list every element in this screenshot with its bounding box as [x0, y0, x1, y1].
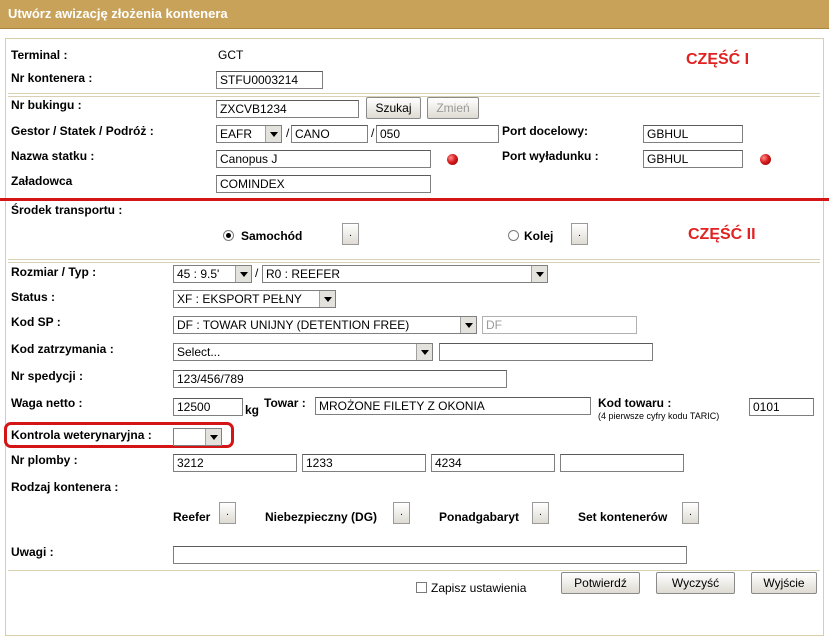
goods-label: Towar : — [264, 396, 306, 410]
shipper-field[interactable]: COMINDEX — [216, 175, 431, 193]
size-type-label: Rozmiar / Typ : — [11, 265, 97, 279]
row-divider — [8, 259, 820, 260]
kod-sp-value: DF : TOWAR UNIJNY (DETENTION FREE) — [177, 318, 410, 332]
search-button[interactable]: Szukaj — [366, 97, 421, 119]
container-no-label: Nr kontenera : — [11, 71, 93, 85]
kind-set-label: Set kontenerów — [578, 510, 668, 524]
size-select[interactable]: 45 : 9.5' — [173, 265, 252, 283]
kind-dg-button[interactable]: . — [393, 502, 410, 524]
status-value: XF : EKSPORT PEŁNY — [177, 292, 302, 306]
goods-code-hint: (4 pierwsze cyfry kodu TARIC) — [598, 411, 720, 421]
voyage-field[interactable]: 050 — [376, 125, 499, 143]
hold-code-value: Select... — [177, 345, 221, 359]
exit-button[interactable]: Wyjście — [751, 572, 817, 594]
rail-options-button[interactable]: . — [571, 223, 588, 245]
save-settings-checkbox[interactable] — [416, 582, 427, 593]
window-title: Utwórz awizację złożenia kontenera — [8, 6, 228, 21]
row-divider — [8, 93, 820, 94]
chevron-down-icon — [460, 317, 476, 333]
separator-slash: / — [371, 126, 375, 140]
kind-dg-label: Niebezpieczny (DG) — [265, 510, 378, 524]
gestor-select[interactable]: EAFR — [216, 125, 282, 143]
separator-slash: / — [286, 126, 290, 140]
terminal-value: GCT — [218, 48, 244, 62]
clear-button[interactable]: Wyczyść — [656, 572, 735, 594]
status-dot-icon — [447, 154, 458, 165]
vet-control-select[interactable] — [173, 428, 222, 446]
kind-reefer-label: Reefer — [173, 510, 211, 524]
type-select[interactable]: R0 : REEFER — [262, 265, 548, 283]
chevron-down-icon — [531, 266, 547, 282]
kod-sp-code-field[interactable]: DF — [482, 316, 637, 334]
part-1-label: CZĘŚĆ I — [686, 51, 750, 68]
hold-code-extra-field[interactable] — [439, 343, 653, 361]
size-value: 45 : 9.5' — [177, 267, 220, 281]
port-unload-field[interactable]: GBHUL — [643, 150, 743, 168]
booking-label: Nr bukingu : — [11, 98, 82, 112]
radio-car[interactable] — [223, 230, 234, 241]
part-2-label: CZĘŚĆ II — [688, 226, 756, 243]
chevron-down-icon — [265, 126, 281, 142]
chevron-down-icon — [205, 429, 221, 445]
seal-field-2[interactable]: 1233 — [302, 454, 426, 472]
row-divider — [8, 570, 820, 571]
confirm-button[interactable]: Potwierdź — [561, 572, 640, 594]
gestor-label: Gestor / Statek / Podróż : — [11, 124, 154, 138]
kind-set-button[interactable]: . — [682, 502, 699, 524]
hold-code-label: Kod zatrzymania : — [11, 342, 114, 356]
kod-sp-label: Kod SP : — [11, 315, 61, 329]
shipper-label: Załadowca — [11, 174, 73, 188]
port-dest-field[interactable]: GBHUL — [643, 125, 743, 143]
seal-field-3[interactable]: 4234 — [431, 454, 555, 472]
kind-oversize-button[interactable]: . — [532, 502, 549, 524]
vessel-name-label: Nazwa statku : — [11, 149, 95, 163]
vet-control-label: Kontrola weterynaryjna : — [11, 428, 152, 442]
net-weight-label: Waga netto : — [11, 396, 83, 410]
gestor-value: EAFR — [220, 127, 253, 141]
port-dest-label: Port docelowy: — [502, 124, 589, 138]
change-button[interactable]: Zmień — [427, 97, 479, 119]
save-settings-label: Zapisz ustawienia — [431, 581, 527, 595]
kind-reefer-button[interactable]: . — [219, 502, 236, 524]
chevron-down-icon — [319, 291, 335, 307]
car-label: Samochód — [241, 229, 303, 243]
part-separator — [0, 198, 829, 201]
radio-rail[interactable] — [508, 230, 519, 241]
type-value: R0 : REEFER — [266, 267, 341, 281]
remarks-field[interactable] — [173, 546, 687, 564]
kind-oversize-label: Ponadgabaryt — [439, 510, 520, 524]
kod-sp-select[interactable]: DF : TOWAR UNIJNY (DETENTION FREE) — [173, 316, 477, 334]
container-no-field[interactable]: STFU0003214 — [216, 71, 323, 89]
vessel-code-field[interactable]: CANO — [291, 125, 368, 143]
seal-field-1[interactable]: 3212 — [173, 454, 297, 472]
seals-label: Nr plomby : — [11, 453, 78, 467]
weight-unit: kg — [245, 403, 260, 417]
car-options-button[interactable]: . — [342, 223, 359, 245]
net-weight-field[interactable]: 12500 — [173, 398, 243, 416]
container-kind-label: Rodzaj kontenera : — [11, 480, 119, 494]
remarks-label: Uwagi : — [11, 545, 54, 559]
transport-label: Środek transportu : — [11, 203, 123, 217]
port-unload-label: Port wyładunku : — [502, 149, 599, 163]
chevron-down-icon — [416, 344, 432, 360]
chevron-down-icon — [235, 266, 251, 282]
status-label: Status : — [11, 290, 56, 304]
status-dot-icon — [760, 154, 771, 165]
forwarding-no-label: Nr spedycji : — [11, 369, 84, 383]
rail-label: Kolej — [524, 229, 554, 243]
goods-field[interactable]: MROŻONE FILETY Z OKONIA — [315, 397, 591, 415]
terminal-label: Terminal : — [11, 48, 68, 62]
forwarding-no-field[interactable]: 123/456/789 — [173, 370, 507, 388]
row-divider — [8, 262, 820, 263]
seal-field-4[interactable] — [560, 454, 684, 472]
vessel-name-field[interactable]: Canopus J — [216, 150, 431, 168]
booking-field[interactable]: ZXCVB1234 — [216, 100, 359, 118]
goods-code-label: Kod towaru : — [598, 396, 672, 410]
status-select[interactable]: XF : EKSPORT PEŁNY — [173, 290, 336, 308]
separator-slash: / — [255, 266, 259, 280]
hold-code-select[interactable]: Select... — [173, 343, 433, 361]
goods-code-field[interactable]: 0101 — [749, 398, 814, 416]
